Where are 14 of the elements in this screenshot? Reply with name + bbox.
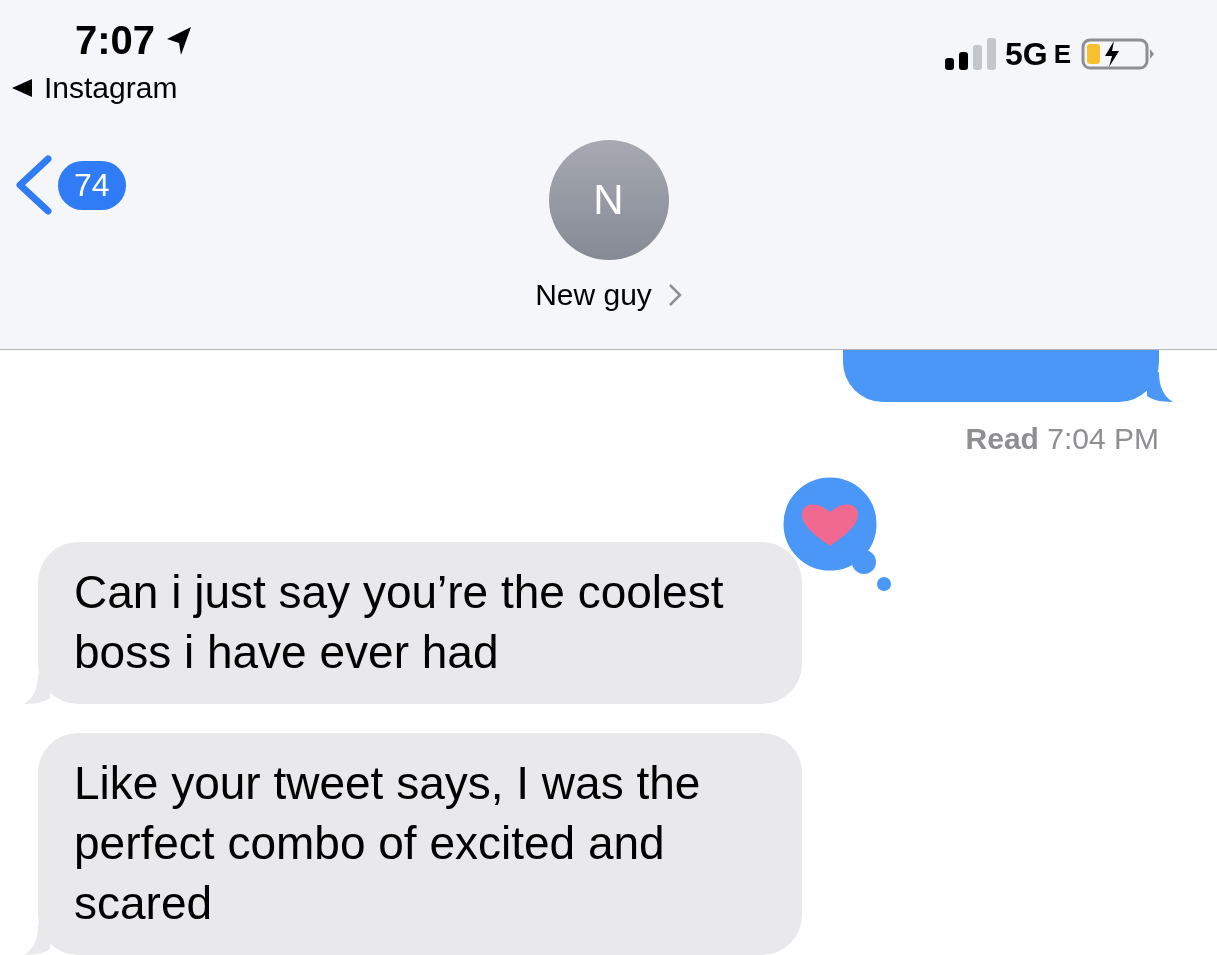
back-button[interactable]: 74 bbox=[14, 155, 126, 215]
contact-name-button[interactable]: New guy bbox=[535, 278, 682, 312]
location-arrow-icon bbox=[165, 24, 194, 57]
chevron-left-icon bbox=[14, 155, 54, 215]
unread-count-badge: 74 bbox=[58, 160, 126, 210]
signal-icon bbox=[942, 36, 999, 72]
left-triangle-icon bbox=[10, 77, 34, 99]
clock-time: 7:07 bbox=[75, 18, 156, 63]
read-receipt: Read 7:04 PM bbox=[965, 422, 1159, 456]
chevron-right-icon bbox=[667, 283, 682, 307]
back-to-app-link[interactable]: Instagram bbox=[10, 71, 194, 105]
network-suffix: E bbox=[1053, 38, 1071, 70]
heart-reaction-icon[interactable] bbox=[780, 476, 892, 592]
network-label: 5G bbox=[1004, 35, 1048, 73]
